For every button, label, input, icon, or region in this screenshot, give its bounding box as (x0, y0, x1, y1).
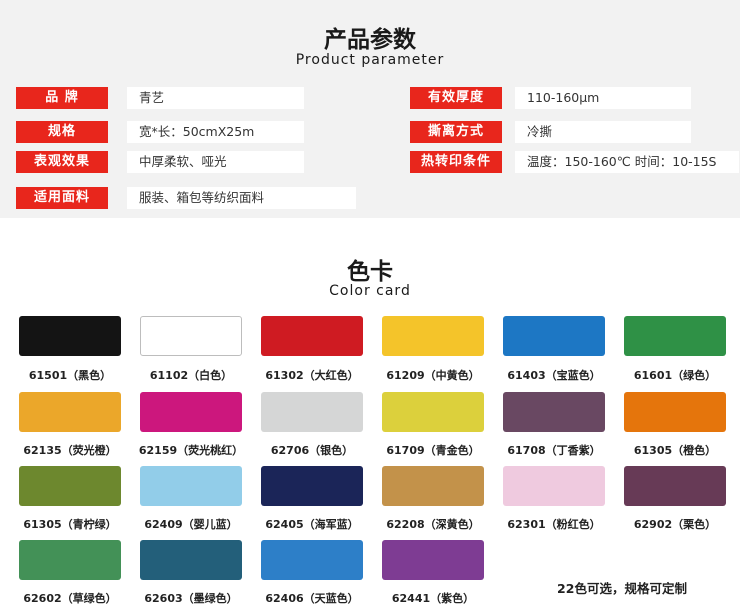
param-value-thickness: 110-160μm (515, 87, 691, 109)
color-swatch-label: 61102（白色） (149, 369, 233, 382)
colorcard-subtitle: Color card (329, 283, 411, 299)
color-swatch-label: 61305（橙色） (633, 444, 717, 457)
param-value-spec: 宽*长：50cmX25m (127, 121, 304, 143)
color-swatch-label: 61708（丁香紫） (507, 444, 601, 457)
color-swatch-label: 61601（绿色） (633, 369, 717, 382)
color-swatch (503, 466, 605, 506)
color-swatch-label: 62603（墨绿色） (144, 592, 238, 605)
param-label-thickness: 有效厚度 (410, 87, 502, 109)
color-swatch-label: 62706（银色） (270, 444, 354, 457)
param-label-brand: 品 牌 (16, 87, 108, 109)
param-value-brand: 青艺 (127, 87, 304, 109)
param-value-fabric: 服装、箱包等纺织面料 (127, 187, 356, 209)
color-swatch-label: 62902（栗色） (633, 518, 717, 531)
params-subtitle: Product parameter (295, 52, 445, 68)
param-label-transfer: 热转印条件 (410, 151, 502, 173)
colorcard-note: 22色可选，规格可定制 (557, 581, 687, 596)
param-value-peel: 冷撕 (515, 121, 691, 143)
color-swatch-label: 61209（中黄色） (386, 369, 480, 382)
color-swatch (19, 316, 121, 356)
color-swatch (503, 392, 605, 432)
color-swatch (382, 466, 484, 506)
color-swatch (140, 316, 242, 356)
param-value-finish: 中厚柔软、哑光 (127, 151, 304, 173)
color-swatch (261, 316, 363, 356)
param-label-fabric: 适用面料 (16, 187, 108, 209)
color-swatch-label: 61501（黑色） (28, 369, 112, 382)
color-swatch (261, 392, 363, 432)
color-swatch-label: 62301（粉红色） (507, 518, 601, 531)
color-swatch-label: 62409（婴儿蓝） (144, 518, 238, 531)
colorcard-title: 色卡 (347, 259, 393, 285)
color-swatch (382, 540, 484, 580)
color-swatch (140, 466, 242, 506)
color-swatch (19, 540, 121, 580)
color-swatch-label: 62602（草绿色） (23, 592, 117, 605)
color-swatch-label: 62441（紫色） (391, 592, 475, 605)
color-swatch-label: 62135（荧光橙） (23, 444, 117, 457)
color-swatch (382, 316, 484, 356)
color-swatch (140, 392, 242, 432)
param-label-finish: 表观效果 (16, 151, 108, 173)
param-label-spec: 规格 (16, 121, 108, 143)
color-swatch (19, 466, 121, 506)
color-swatch (19, 392, 121, 432)
color-swatch-label: 62208（深黄色） (386, 518, 480, 531)
color-swatch (624, 316, 726, 356)
color-swatch (382, 392, 484, 432)
color-swatch (261, 466, 363, 506)
color-swatch-label: 61709（青金色） (386, 444, 480, 457)
param-label-peel: 撕离方式 (410, 121, 502, 143)
color-swatch (624, 466, 726, 506)
color-swatch (503, 316, 605, 356)
params-title: 产品参数 (324, 27, 416, 53)
color-swatch (140, 540, 242, 580)
color-swatch-label: 62405（海军蓝） (265, 518, 359, 531)
param-value-transfer: 温度：150-160℃ 时间：10-15S (515, 151, 739, 173)
color-swatch-label: 62159（荧光桃红） (138, 444, 244, 457)
color-swatch-label: 61302（大红色） (265, 369, 359, 382)
color-swatch (624, 392, 726, 432)
color-swatch-label: 61403（宝蓝色） (507, 369, 601, 382)
color-swatch-label: 61305（青柠绿） (23, 518, 117, 531)
color-swatch (261, 540, 363, 580)
color-swatch-label: 62406（天蓝色） (265, 592, 359, 605)
